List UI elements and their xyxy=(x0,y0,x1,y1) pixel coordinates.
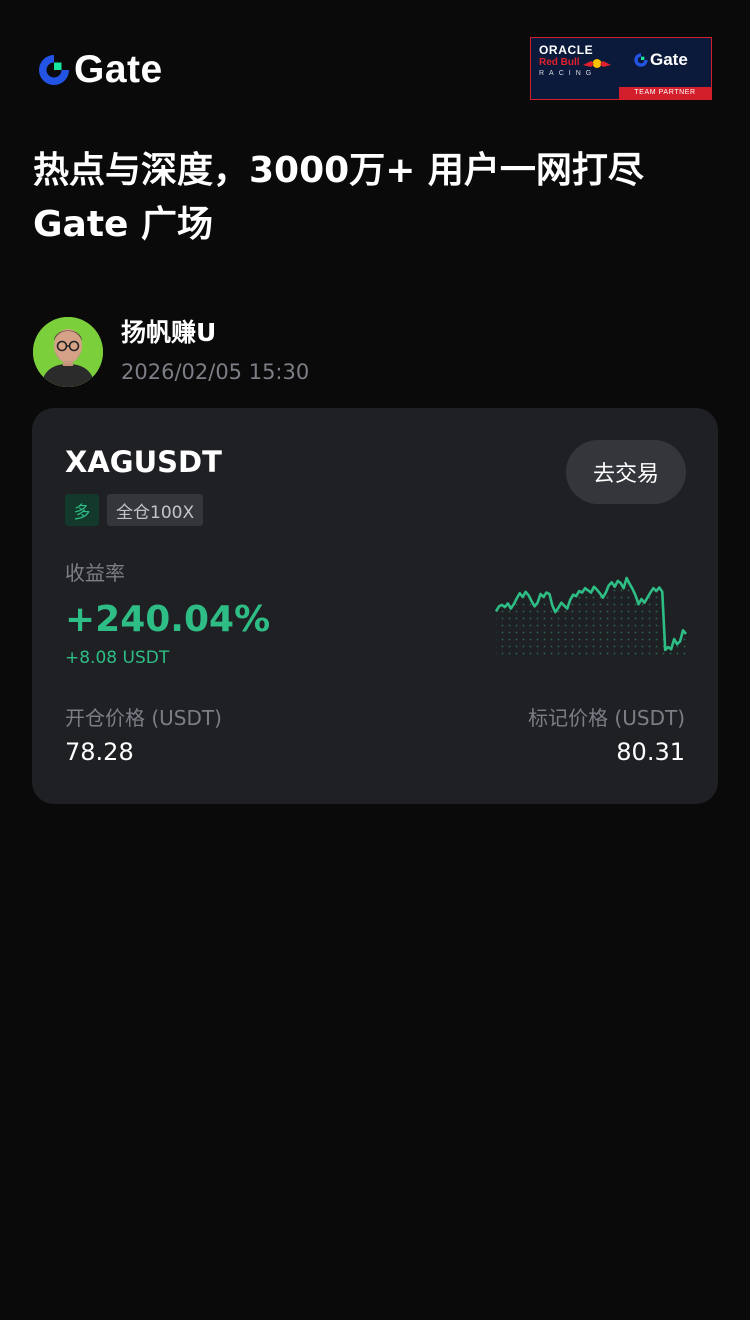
team-partner-label: TEAM PARTNER xyxy=(619,87,711,99)
bull-icon xyxy=(582,58,611,68)
header: Gate ORACLE Red Bull RACING Gate TEAM PA… xyxy=(0,0,750,130)
redbull-wordmark: Red Bull xyxy=(539,57,617,69)
pnl-value: +8.08 USDT xyxy=(65,648,170,668)
oracle-wordmark: ORACLE xyxy=(539,43,594,57)
author-name[interactable]: 扬帆赚U xyxy=(121,316,309,350)
avatar[interactable] xyxy=(33,317,103,387)
position-tags: 多 全仓100X xyxy=(65,494,204,526)
entry-price-label: 开仓价格 (USDT) xyxy=(65,706,222,730)
margin-mode-badge: 全仓100X xyxy=(107,494,204,526)
go-trade-button[interactable]: 去交易 xyxy=(566,440,686,504)
gate-logo[interactable]: Gate xyxy=(36,50,163,90)
position-card[interactable]: XAGUSDT 去交易 多 全仓100X 收益率 +240.04% +8.08 … xyxy=(32,408,718,804)
headline-line-1: 热点与深度，3000万+ 用户一网打尽 xyxy=(33,150,644,191)
partner-brand-text: Gate xyxy=(650,50,688,69)
mark-price-label: 标记价格 (USDT) xyxy=(528,706,685,730)
post-timestamp: 2026/02/05 15:30 xyxy=(121,360,310,384)
entry-price-value: 78.28 xyxy=(65,738,134,766)
user-avatar-icon xyxy=(33,317,103,387)
logo-text: Gate xyxy=(74,48,163,91)
gate-mini-logo-icon xyxy=(634,53,648,67)
headline: 热点与深度，3000万+ 用户一网打尽 Gate 广场 xyxy=(33,144,723,252)
gate-logo-icon xyxy=(39,55,69,85)
headline-line-2: Gate 广场 xyxy=(33,204,214,245)
roi-value: +240.04% xyxy=(65,599,271,640)
team-partner-badge: ORACLE Red Bull RACING Gate TEAM PARTNER xyxy=(530,37,712,100)
roi-label: 收益率 xyxy=(65,561,125,585)
author-row[interactable]: 扬帆赚U 2026/02/05 15:30 xyxy=(33,316,309,388)
mark-price-value: 80.31 xyxy=(616,738,685,766)
racing-wordmark: RACING xyxy=(539,70,597,77)
price-sparkline xyxy=(494,576,688,658)
contract-symbol: XAGUSDT xyxy=(65,445,222,479)
long-side-badge: 多 xyxy=(65,494,99,526)
